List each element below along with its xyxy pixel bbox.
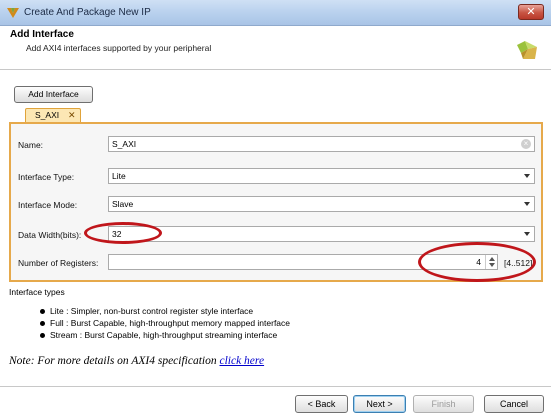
interface-type-label: Interface Type:	[18, 172, 75, 182]
num-registers-label: Number of Registers:	[18, 258, 99, 268]
list-item: Stream : Burst Capable, high-throughput …	[40, 330, 277, 340]
axi4-note: Note: For more details on AXI4 specifica…	[9, 355, 264, 367]
name-label: Name:	[18, 140, 44, 150]
window-title: Create And Package New IP	[24, 7, 151, 18]
finish-button[interactable]: Finish	[413, 395, 474, 413]
page-title: Add Interface	[10, 29, 74, 40]
annotation-oval-num-registers	[418, 242, 536, 282]
add-interface-button[interactable]: Add Interface	[14, 86, 93, 103]
vivado-app-icon	[7, 8, 19, 18]
name-value: S_AXI	[112, 139, 137, 149]
vivado-logo-icon	[517, 41, 537, 59]
list-item: Full : Burst Capable, high-throughput me…	[40, 318, 290, 328]
interface-type-value: Lite	[112, 171, 126, 181]
interface-mode-select[interactable]: Slave	[108, 196, 535, 212]
name-input[interactable]: S_AXI ×	[108, 136, 535, 152]
interface-mode-label: Interface Mode:	[18, 200, 78, 210]
tab-label: S_AXI	[35, 110, 60, 120]
chevron-down-icon	[524, 232, 530, 236]
cancel-button[interactable]: Cancel	[484, 395, 544, 413]
data-width-select[interactable]: 32	[108, 226, 535, 242]
back-button[interactable]: < Back	[295, 395, 348, 413]
annotation-oval-data-width	[84, 222, 162, 244]
tab-s-axi[interactable]: S_AXI ✕	[25, 108, 81, 122]
clear-icon[interactable]: ×	[521, 139, 531, 149]
list-item: Lite : Simpler, non-burst control regist…	[40, 306, 253, 316]
chevron-down-icon	[524, 202, 530, 206]
click-here-link[interactable]: click here	[219, 355, 264, 367]
wizard-header: Add Interface Add AXI4 interfaces suppor…	[0, 26, 551, 70]
window-close-button[interactable]: ✕	[518, 4, 544, 20]
data-width-label: Data Width(bits):	[18, 230, 82, 240]
tab-close-icon[interactable]: ✕	[68, 109, 76, 122]
note-text: Note: For more details on AXI4 specifica…	[9, 355, 220, 367]
close-icon: ✕	[526, 6, 536, 18]
page-subtitle: Add AXI4 interfaces supported by your pe…	[26, 43, 212, 53]
footer-divider	[0, 386, 551, 387]
interface-mode-value: Slave	[112, 199, 134, 209]
interface-types-title: Interface types	[9, 287, 65, 297]
next-button[interactable]: Next >	[353, 395, 406, 413]
interface-type-select[interactable]: Lite	[108, 168, 535, 184]
title-bar: Create And Package New IP ✕	[0, 0, 551, 26]
chevron-down-icon	[524, 174, 530, 178]
